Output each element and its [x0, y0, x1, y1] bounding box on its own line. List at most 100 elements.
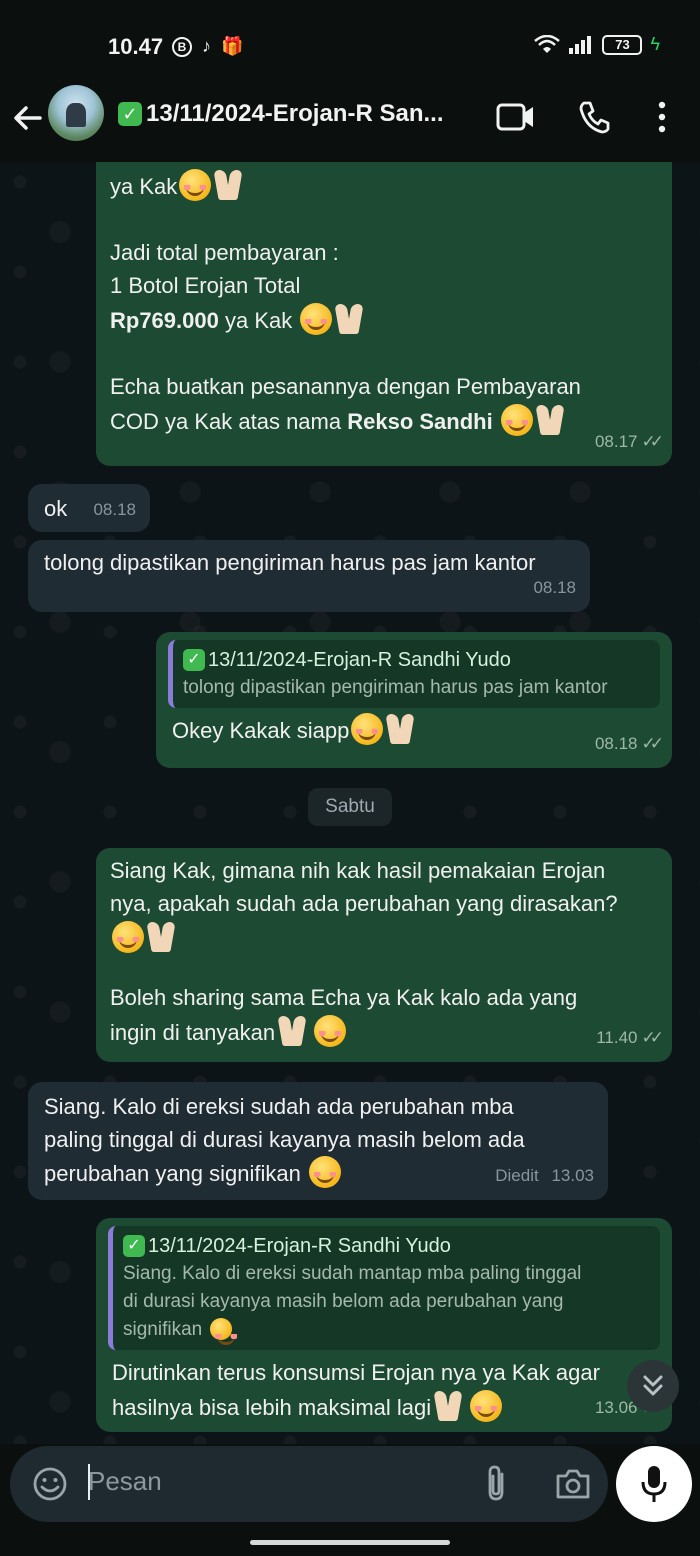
check-badge-icon: ✓: [123, 1235, 145, 1257]
video-call-icon[interactable]: [496, 102, 536, 132]
pray-emoji-icon: [335, 302, 363, 334]
pray-emoji-icon: [536, 403, 564, 435]
message-meta: 08.18: [533, 571, 576, 604]
quote-text: tolong dipastikan pengiriman harus pas j…: [183, 677, 608, 698]
message-input-bar[interactable]: Pesan: [10, 1446, 608, 1522]
message-outgoing[interactable]: ✓ 13/11/2024-Erojan-R Sandhi Yudo tolong …: [156, 632, 672, 768]
message-text: Boleh sharing sama Echa ya Kak kalo ada …: [110, 985, 578, 1010]
message-text: nya, apakah sudah ada perubahan yang dir…: [110, 891, 618, 916]
tiktok-icon: ♪: [202, 36, 211, 56]
wifi-icon: [534, 34, 561, 53]
message-outgoing[interactable]: ✓ 13/11/2024-Erojan-R Sandhi Yudo Siang. …: [96, 1218, 672, 1432]
chat-title-text: 13/11/2024-Erojan-R San...: [146, 100, 444, 127]
message-text: hasilnya bisa lebih maksimal lagi: [112, 1395, 432, 1420]
quote-author: 13/11/2024-Erojan-R Sandhi Yudo: [148, 1235, 451, 1257]
message-text: Okey Kakak siapp: [172, 718, 350, 743]
emoji-icon[interactable]: [32, 1466, 68, 1502]
check-badge-icon: ✓: [118, 102, 142, 126]
message-meta: 08.17 ✓✓: [594, 425, 664, 458]
message-time: 13.03: [551, 1166, 594, 1185]
more-icon[interactable]: [656, 100, 668, 134]
back-arrow-icon[interactable]: [10, 100, 46, 136]
message-text: ya Kak: [110, 174, 178, 199]
smile-emoji-icon: [314, 1015, 347, 1047]
check-badge-icon: ✓: [183, 649, 205, 671]
message-meta: Diedit 13.03: [495, 1159, 594, 1192]
message-input[interactable]: Pesan: [88, 1466, 162, 1497]
message-text: ok: [44, 496, 68, 521]
quote-author: 13/11/2024-Erojan-R Sandhi Yudo: [208, 649, 511, 671]
mic-icon: [641, 1466, 667, 1502]
date-separator: Sabtu: [308, 788, 392, 826]
message-incoming[interactable]: Siang. Kalo di ereksi sudah ada perubaha…: [28, 1082, 608, 1200]
charging-icon: ϟ: [650, 34, 660, 54]
message-time: 08.18: [93, 500, 136, 519]
b-icon: B: [172, 36, 192, 57]
smile-emoji-icon: [112, 921, 144, 953]
message-text: paling tinggal di durasi kayanya masih b…: [44, 1127, 525, 1152]
chat-area[interactable]: ya Kak Jadi total pembayaran : 1 Botol E…: [0, 162, 700, 1444]
message-text: Echa buatkan pesanannya dengan Pembayara…: [110, 374, 581, 399]
edited-label: Diedit: [495, 1166, 539, 1185]
message-time: 08.18: [533, 578, 576, 597]
smile-emoji-icon: [179, 169, 212, 201]
message-text: ingin di tanyakan: [110, 1020, 276, 1045]
message-text: Dirutinkan terus konsumsi Erojan nya ya …: [112, 1360, 600, 1385]
smile-emoji-icon: [300, 303, 333, 335]
smile-emoji-icon: [209, 1318, 237, 1345]
quote-text: di durasi kayanya masih belom ada peruba…: [123, 1291, 564, 1312]
quoted-message[interactable]: ✓ 13/11/2024-Erojan-R Sandhi Yudo tolong …: [168, 640, 660, 708]
message-incoming[interactable]: ok 08.18: [28, 484, 150, 532]
gift-icon: 🎁: [221, 36, 244, 56]
double-check-icon: ✓✓: [641, 432, 664, 451]
message-meta: 08.18: [93, 493, 136, 526]
quote-text: Siang. Kalo di ereksi sudah mantap mba p…: [123, 1263, 582, 1284]
message-text: 1 Botol Erojan Total: [110, 273, 301, 298]
message-time: 11.40: [596, 1028, 638, 1047]
smile-emoji-icon: [500, 404, 533, 436]
status-time: 10.47: [108, 34, 164, 59]
message-time: 08.18: [594, 734, 638, 753]
message-text: Jadi total pembayaran :: [110, 240, 339, 265]
price-text: Rp769.000: [110, 308, 219, 333]
message-text: COD ya Kak atas nama: [110, 409, 348, 434]
pray-emoji-icon: [434, 1389, 462, 1421]
scroll-down-button[interactable]: [627, 1360, 679, 1412]
battery-indicator: 73: [602, 34, 643, 55]
chat-title[interactable]: ✓ 13/11/2024-Erojan-R San...: [118, 100, 443, 128]
message-incoming[interactable]: tolong dipastikan pengiriman harus pas j…: [28, 540, 590, 612]
mic-button[interactable]: [616, 1446, 692, 1522]
double-check-icon: ✓✓: [641, 1028, 664, 1047]
home-indicator: [250, 1540, 450, 1545]
smile-emoji-icon: [308, 1156, 341, 1188]
status-bar: 10.47 B ♪ 🎁 73 ϟ: [0, 0, 700, 90]
message-meta: 11.40 ✓✓: [596, 1021, 664, 1054]
smile-emoji-icon: [470, 1390, 503, 1422]
chat-header: ✓ 13/11/2024-Erojan-R San...: [0, 85, 700, 162]
attach-icon[interactable]: [482, 1464, 512, 1504]
message-text: Siang Kak, gimana nih kak hasil pemakaia…: [110, 858, 606, 883]
pray-emoji-icon: [278, 1014, 306, 1046]
quote-text: signifikan: [123, 1319, 203, 1340]
double-chevron-down-icon: [643, 1375, 663, 1396]
pray-emoji-icon: [386, 712, 414, 744]
message-outgoing[interactable]: Siang Kak, gimana nih kak hasil pemakaia…: [96, 848, 672, 1062]
status-right: 73 ϟ: [534, 34, 660, 55]
customer-name-text: Rekso Sandhi: [347, 409, 493, 434]
smile-emoji-icon: [351, 713, 384, 745]
pray-emoji-icon: [214, 168, 242, 200]
status-notification-icons: B ♪ 🎁: [172, 36, 243, 57]
message-text: tolong dipastikan pengiriman harus pas j…: [44, 550, 536, 575]
pray-emoji-icon: [147, 920, 175, 952]
camera-icon[interactable]: [554, 1466, 592, 1502]
message-text: Siang. Kalo di ereksi sudah ada perubaha…: [44, 1094, 514, 1119]
avatar[interactable]: [48, 85, 104, 141]
quoted-message[interactable]: ✓ 13/11/2024-Erojan-R Sandhi Yudo Siang. …: [108, 1226, 660, 1350]
message-meta: 08.18 ✓✓: [594, 727, 664, 760]
double-check-icon: ✓✓: [641, 734, 664, 753]
message-text: perubahan yang signifikan: [44, 1161, 301, 1186]
message-time: 08.17: [594, 432, 638, 451]
message-text: ya Kak: [218, 308, 299, 333]
phone-icon[interactable]: [578, 100, 610, 134]
message-outgoing[interactable]: ya Kak Jadi total pembayaran : 1 Botol E…: [96, 162, 672, 466]
